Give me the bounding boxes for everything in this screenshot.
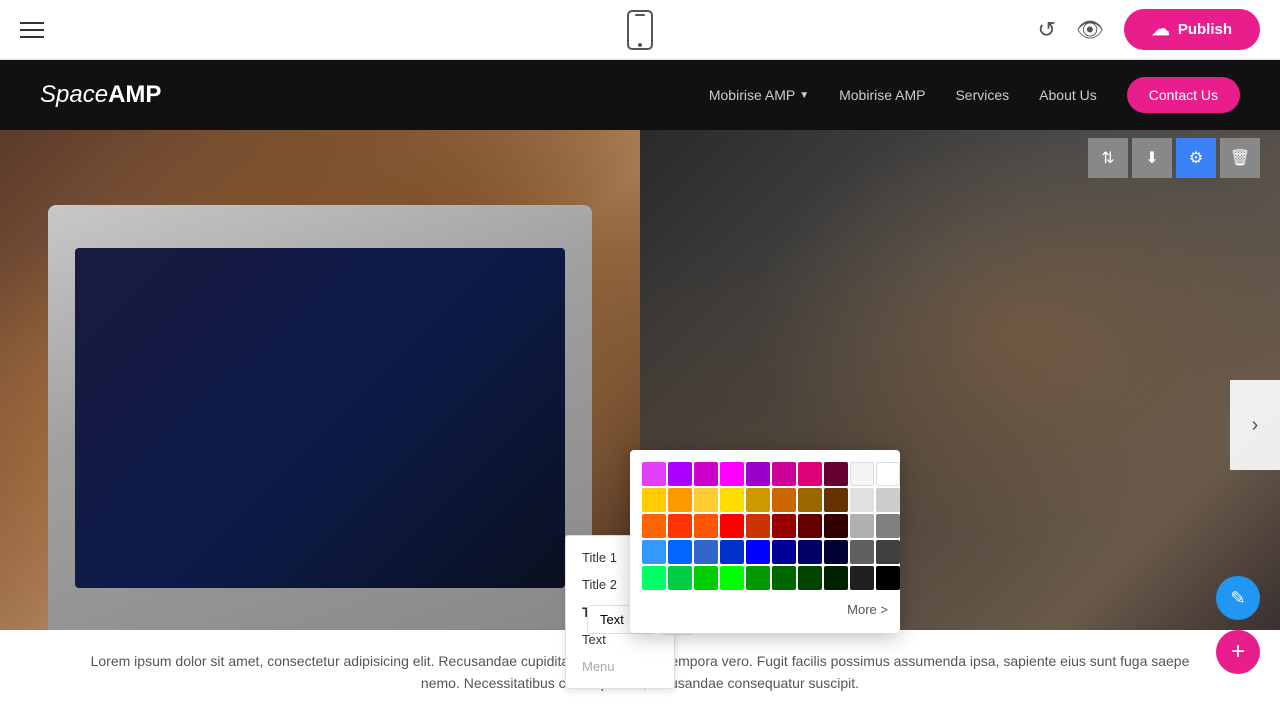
- reorder-icon[interactable]: ⇅: [1088, 138, 1128, 178]
- delete-icon[interactable]: 🗑: [1220, 138, 1260, 178]
- color-swatch[interactable]: [668, 514, 692, 538]
- color-swatch[interactable]: [720, 514, 744, 538]
- color-swatch[interactable]: [876, 488, 900, 512]
- dropdown-arrow-icon: ▼: [799, 90, 809, 101]
- edit-fab-button[interactable]: ✎: [1216, 576, 1260, 620]
- logo-bold: AMP: [108, 81, 161, 108]
- color-swatch[interactable]: [746, 540, 770, 564]
- nav-links: Mobirise AMP ▼ Mobirise AMP Services Abo…: [709, 77, 1240, 113]
- color-swatch[interactable]: [798, 566, 822, 590]
- color-swatch[interactable]: [642, 566, 666, 590]
- color-swatch[interactable]: [824, 488, 848, 512]
- laptop-screen: [75, 248, 565, 588]
- color-swatch[interactable]: [798, 462, 822, 486]
- toolbar-left: [20, 22, 44, 38]
- color-swatch[interactable]: [772, 540, 796, 564]
- contact-button[interactable]: Contact Us: [1127, 77, 1240, 113]
- color-swatch[interactable]: [694, 566, 718, 590]
- nav-link-label: Mobirise AMP: [709, 87, 795, 103]
- undo-icon[interactable]: ↺: [1037, 17, 1055, 43]
- preview-icon[interactable]: 👁: [1076, 17, 1104, 43]
- color-swatch[interactable]: [720, 540, 744, 564]
- phone-preview-icon[interactable]: [626, 10, 654, 50]
- nav-link-mobirise1[interactable]: Mobirise AMP ▼: [709, 87, 809, 103]
- nav-link-mobirise2[interactable]: Mobirise AMP: [839, 87, 925, 103]
- color-swatch[interactable]: [694, 488, 718, 512]
- more-colors-link[interactable]: More >: [642, 598, 888, 621]
- chevron-right-icon: ›: [1252, 414, 1259, 437]
- plus-icon: +: [1231, 638, 1245, 666]
- color-swatch[interactable]: [694, 514, 718, 538]
- publish-label: Publish: [1178, 21, 1232, 38]
- color-swatch[interactable]: [876, 566, 900, 590]
- color-swatch[interactable]: [746, 488, 770, 512]
- color-swatch[interactable]: [668, 540, 692, 564]
- color-swatch[interactable]: [642, 540, 666, 564]
- pencil-icon: ✎: [1230, 588, 1245, 609]
- section-toolbar: ⇅ ⬇ ⚙ 🗑: [1088, 138, 1260, 178]
- nav-link-label: Mobirise AMP: [839, 87, 925, 103]
- hero-image-left: [0, 130, 640, 630]
- nav-bar: SpaceAMP Mobirise AMP ▼ Mobirise AMP Ser…: [0, 60, 1280, 130]
- color-swatch[interactable]: [850, 462, 874, 486]
- color-swatch[interactable]: [850, 540, 874, 564]
- color-swatch[interactable]: [720, 488, 744, 512]
- nav-link-label: Services: [955, 87, 1009, 103]
- publish-button[interactable]: ☁ Publish: [1124, 9, 1260, 50]
- color-swatch[interactable]: [824, 566, 848, 590]
- color-swatch[interactable]: [824, 462, 848, 486]
- color-swatch[interactable]: [642, 462, 666, 486]
- color-swatch[interactable]: [876, 540, 900, 564]
- nav-link-label: About Us: [1039, 87, 1097, 103]
- color-swatch[interactable]: [798, 540, 822, 564]
- settings-icon[interactable]: ⚙: [1176, 138, 1216, 178]
- color-swatch[interactable]: [720, 566, 744, 590]
- text-type-label: Text: [600, 612, 624, 627]
- color-swatch[interactable]: [746, 514, 770, 538]
- logo: SpaceAMP: [40, 81, 161, 109]
- next-arrow[interactable]: ›: [1230, 380, 1280, 470]
- add-fab-button[interactable]: +: [1216, 630, 1260, 674]
- color-swatch[interactable]: [772, 462, 796, 486]
- color-swatch[interactable]: [668, 488, 692, 512]
- color-swatch[interactable]: [668, 566, 692, 590]
- color-picker-popup: More >: [630, 450, 900, 633]
- color-swatch[interactable]: [746, 566, 770, 590]
- color-swatch[interactable]: [798, 514, 822, 538]
- color-swatch[interactable]: [824, 540, 848, 564]
- color-swatch[interactable]: [668, 462, 692, 486]
- color-swatch[interactable]: [772, 566, 796, 590]
- download-icon[interactable]: ⬇: [1132, 138, 1172, 178]
- color-swatch[interactable]: [772, 514, 796, 538]
- color-swatch[interactable]: [720, 462, 744, 486]
- toolbar-right: ↺ 👁 ☁ Publish: [1037, 9, 1260, 50]
- color-swatch[interactable]: [642, 488, 666, 512]
- hamburger-icon[interactable]: [20, 22, 44, 38]
- logo-italic: Space: [40, 81, 108, 108]
- color-swatch[interactable]: [694, 540, 718, 564]
- color-swatch[interactable]: [850, 488, 874, 512]
- toolbar-center: [626, 10, 654, 50]
- nav-link-services[interactable]: Services: [955, 87, 1009, 103]
- color-swatch[interactable]: [772, 488, 796, 512]
- color-swatch[interactable]: [642, 514, 666, 538]
- dropdown-item-menu[interactable]: Menu: [566, 653, 674, 680]
- color-swatch-white[interactable]: [876, 462, 900, 486]
- color-swatch[interactable]: [746, 462, 770, 486]
- color-swatch[interactable]: [798, 488, 822, 512]
- color-grid: [642, 462, 888, 590]
- color-swatch[interactable]: [850, 514, 874, 538]
- cloud-upload-icon: ☁: [1152, 19, 1170, 40]
- color-swatch[interactable]: [850, 566, 874, 590]
- nav-link-about[interactable]: About Us: [1039, 87, 1097, 103]
- top-toolbar: ↺ 👁 ☁ Publish: [0, 0, 1280, 60]
- hero-section: ⇅ ⬇ ⚙ 🗑 ›: [0, 130, 1280, 720]
- color-swatch[interactable]: [694, 462, 718, 486]
- color-swatch[interactable]: [824, 514, 848, 538]
- color-swatch[interactable]: [876, 514, 900, 538]
- laptop-visual: [48, 205, 592, 630]
